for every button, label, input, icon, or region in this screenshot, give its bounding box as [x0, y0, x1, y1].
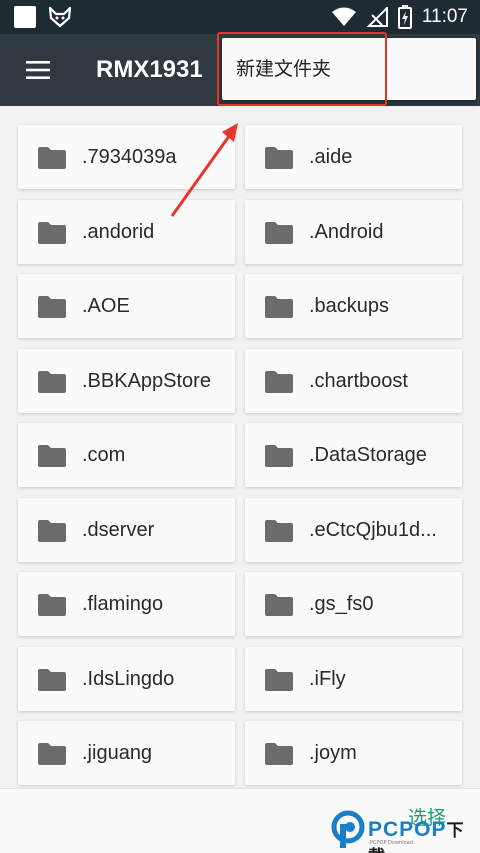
folder-item[interactable]: .joym [245, 721, 462, 785]
folder-name: .com [82, 444, 126, 466]
folder-item[interactable]: .Android [245, 199, 462, 264]
clock: 11:07 [421, 6, 468, 27]
folder-name: .aide [309, 146, 353, 168]
battery-charging-icon [397, 5, 412, 29]
folder-icon [265, 668, 293, 691]
fox-icon [48, 6, 72, 28]
folder-icon [265, 221, 293, 244]
folder-icon [38, 147, 66, 169]
folder-item[interactable]: .gs_fs0 [245, 572, 462, 636]
folder-icon [265, 594, 293, 616]
folder-name: .gs_fs0 [309, 593, 374, 615]
annotation-arrow [170, 123, 238, 217]
folder-name: .iFly [309, 667, 346, 690]
folder-name: .backups [309, 295, 390, 317]
no-signal-icon [366, 7, 388, 27]
folder-name: .BBKAppStore [82, 369, 211, 392]
pcpop-logo-icon [331, 810, 365, 848]
folder-name: .eCtcQjbu1d... [309, 518, 437, 541]
folder-icon [265, 519, 293, 542]
folder-icon [38, 370, 66, 393]
folder-name: .joym [309, 742, 357, 764]
folder-icon [38, 221, 66, 244]
menu-button[interactable] [14, 48, 62, 92]
folder-item[interactable]: .com [18, 423, 235, 487]
folder-item[interactable]: .eCtcQjbu1d... [245, 497, 462, 562]
folder-icon [38, 668, 66, 691]
folder-item[interactable]: .dserver [18, 497, 235, 562]
folder-icon [265, 147, 293, 169]
folder-name: .flamingo [82, 593, 164, 615]
wifi-icon [331, 7, 356, 26]
folder-item[interactable]: .chartboost [245, 348, 462, 413]
folder-item[interactable]: .backups [245, 274, 462, 338]
folder-item[interactable]: .aide [245, 125, 462, 189]
folder-name: .jiguang [82, 742, 153, 764]
folder-name: .dserver [82, 518, 155, 541]
folder-name: .DataStorage [309, 444, 427, 466]
folder-item[interactable]: .IdsLingdo [18, 646, 235, 711]
watermark-logo: PCPOP下载 PCPOP Download [328, 806, 478, 853]
folder-name: .AOE [82, 295, 130, 317]
folder-item[interactable]: .DataStorage [245, 423, 462, 487]
folder-icon [38, 445, 66, 467]
folder-name: .Android [309, 220, 384, 243]
folder-icon [38, 743, 66, 765]
folder-icon [38, 519, 66, 542]
folder-icon [38, 296, 66, 318]
annotation-highlight-box [217, 32, 387, 106]
folder-item[interactable]: .AOE [18, 274, 235, 338]
folder-icon [265, 370, 293, 393]
folder-icon [38, 594, 66, 616]
folder-icon [265, 445, 293, 467]
folder-name: .IdsLingdo [82, 667, 175, 690]
page-title: RMX1931 [96, 56, 203, 83]
folder-icon [265, 296, 293, 318]
watermark-brand: PCPOP下载 [368, 818, 465, 853]
hamburger-menu-icon [26, 61, 50, 79]
folder-name: .chartboost [309, 369, 408, 392]
folder-item[interactable]: .jiguang [18, 721, 235, 785]
notification-square-icon [14, 6, 36, 28]
folder-item[interactable]: .flamingo [18, 572, 235, 636]
watermark-subtitle: PCPOP Download [370, 840, 413, 846]
folder-item[interactable]: .iFly [245, 646, 462, 711]
folder-icon [265, 743, 293, 765]
folder-item[interactable]: .BBKAppStore [18, 348, 235, 413]
status-bar: 11:07 [0, 0, 480, 34]
